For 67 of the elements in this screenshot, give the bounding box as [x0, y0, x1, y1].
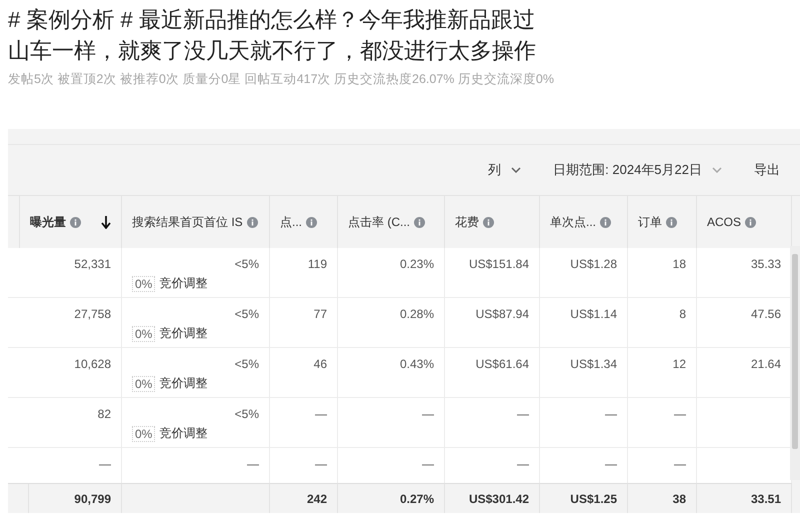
- table-cell: —: [270, 448, 338, 483]
- table-cell: US$1.34: [540, 348, 628, 398]
- share-value: <5%: [234, 357, 259, 371]
- table-cell: 119: [270, 248, 338, 298]
- table-cell: US$1.28: [540, 248, 628, 298]
- info-icon: [483, 216, 494, 228]
- table-cell: 46: [270, 348, 338, 398]
- sort-arrow-down-icon: [101, 216, 111, 228]
- table-cell: 21.64: [697, 348, 792, 398]
- share-value: <5%: [234, 407, 259, 421]
- table-cell: 77: [270, 298, 338, 348]
- table-cell: 35.33: [697, 248, 792, 298]
- bid-adjustment-field[interactable]: 0%: [132, 376, 156, 392]
- table-cell: 47.56: [697, 298, 792, 348]
- table-cell: —: [270, 398, 338, 448]
- table-cell: 12: [628, 348, 697, 398]
- info-icon: [745, 216, 756, 228]
- chevron-down-icon: [511, 167, 522, 173]
- info-icon: [70, 216, 81, 228]
- total-cell: 0.27%: [338, 483, 445, 513]
- info-icon: [666, 216, 677, 228]
- table-cell: 0.43%: [338, 348, 445, 398]
- share-value: <5%: [234, 257, 259, 271]
- total-cell: [8, 483, 29, 513]
- share-value: <5%: [234, 307, 259, 321]
- table-cell: —: [338, 398, 445, 448]
- table-cell: 0.28%: [338, 298, 445, 348]
- total-cell: 242: [270, 483, 338, 513]
- bid-adjustment-label: 竞价调整: [159, 325, 208, 342]
- info-icon: [600, 216, 612, 228]
- bid-adjustment-label: 竞价调整: [159, 275, 208, 292]
- bid-adjustment-field[interactable]: 0%: [132, 326, 156, 342]
- table-cell: —: [628, 448, 697, 483]
- post-title-line: 山车一样，就爽了没几天就不行了，都没进行太多操作: [8, 37, 536, 65]
- bid-adjustment-label: 竞价调整: [159, 425, 208, 442]
- post-title-line: # 案例分析 # 最近新品推的怎么样？今年我推新品跟过: [8, 6, 535, 34]
- total-cell: US$1.25: [540, 483, 628, 513]
- table-cell: —: [540, 398, 628, 448]
- table-cell: US$87.94: [445, 298, 540, 348]
- table-cell: —: [445, 448, 540, 483]
- table-cell: 8: [628, 298, 697, 348]
- table-cell: —: [445, 398, 540, 448]
- info-icon: [414, 216, 425, 228]
- table-cell: —: [338, 448, 445, 483]
- share-value: —: [246, 457, 259, 471]
- chevron-down-icon: [712, 167, 722, 173]
- scrollbar[interactable]: [790, 246, 800, 480]
- date-range-dropdown[interactable]: 日期范围: 2024年5月22日: [553, 161, 722, 179]
- table-cell: US$61.64: [445, 348, 540, 398]
- info-icon: [246, 216, 258, 228]
- table-cell: 18: [628, 248, 697, 298]
- total-cell: 38: [628, 483, 697, 513]
- total-cell: 33.51: [697, 483, 792, 513]
- table-cell: US$1.14: [540, 298, 628, 348]
- table-cell: US$151.84: [445, 248, 540, 298]
- table-cell: 0.23%: [338, 248, 445, 298]
- bid-adjustment-label: 竞价调整: [159, 375, 208, 392]
- table-cell: —: [540, 448, 628, 483]
- info-icon: [306, 216, 318, 228]
- table-cell: —: [628, 398, 697, 448]
- post-stats: 发帖5次 被置顶2次 被推荐0次 质量分0星 回帖互动417次 历史交流热度26.07% 历史交流深度0%: [8, 71, 554, 88]
- total-cell: US$301.42: [445, 483, 540, 513]
- columns-dropdown[interactable]: 列: [488, 161, 522, 179]
- total-cell: 90,799: [20, 483, 122, 513]
- export-button[interactable]: 导出: [754, 161, 780, 179]
- bid-adjustment-field[interactable]: 0%: [132, 276, 156, 292]
- bid-adjustment-field[interactable]: 0%: [132, 426, 156, 442]
